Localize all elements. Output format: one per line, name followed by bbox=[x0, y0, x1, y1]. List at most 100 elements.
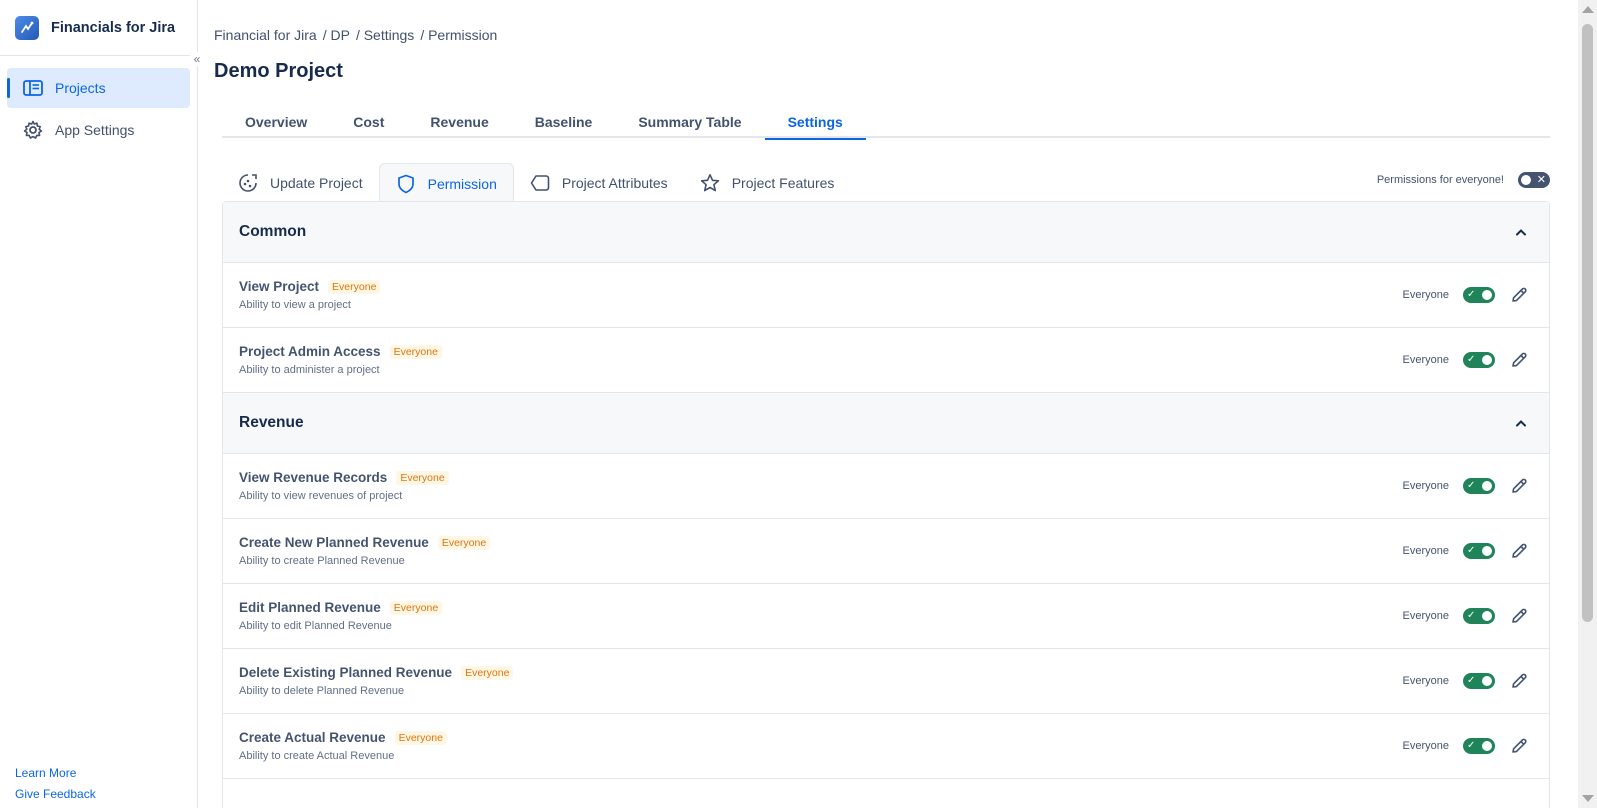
permission-toggle[interactable]: ✓ bbox=[1463, 287, 1495, 303]
pencil-icon[interactable] bbox=[1507, 734, 1531, 758]
permission-row: View Project Everyone Ability to view a p… bbox=[223, 263, 1549, 328]
permission-toggle[interactable]: ✓ bbox=[1463, 738, 1495, 754]
toggle-knob bbox=[1482, 355, 1492, 365]
breadcrumb-item[interactable]: / DP bbox=[323, 27, 350, 43]
permission-badge: Everyone bbox=[389, 600, 443, 615]
permission-controls: Everyone ✓ bbox=[1403, 348, 1533, 372]
pencil-icon[interactable] bbox=[1507, 283, 1531, 307]
breadcrumb-item[interactable]: Financial for Jira bbox=[214, 27, 317, 43]
permission-scope: Everyone bbox=[1402, 675, 1449, 687]
permission-badge: Everyone bbox=[328, 279, 381, 294]
permission-description: Ability to administer a project bbox=[239, 364, 380, 376]
sidebar-item-label: Projects bbox=[55, 80, 106, 96]
chevron-up-icon[interactable] bbox=[1513, 415, 1529, 431]
permission-info: Project Admin Access Everyone Ability to … bbox=[239, 344, 442, 376]
pencil-icon[interactable] bbox=[1507, 348, 1531, 372]
toggle-knob bbox=[1482, 546, 1492, 556]
chevron-up-icon[interactable] bbox=[1513, 224, 1529, 240]
section-title: Common bbox=[239, 223, 307, 240]
subtab-label: Project Attributes bbox=[561, 175, 668, 191]
permission-badge: Everyone bbox=[389, 344, 442, 359]
sidebar-item-label: App Settings bbox=[55, 122, 135, 138]
section-header-common[interactable]: Common bbox=[223, 202, 1549, 263]
permission-controls: Everyone ✓ bbox=[1403, 539, 1533, 563]
sidebar: Financials for Jira Projects App Setting… bbox=[0, 0, 198, 808]
pencil-icon[interactable] bbox=[1507, 604, 1531, 628]
settings-subtabs: Update Project Permission Project Attrib… bbox=[222, 163, 850, 203]
check-icon: ✓ bbox=[1467, 354, 1476, 365]
toggle-knob bbox=[1482, 481, 1492, 491]
toggle-knob bbox=[1482, 290, 1492, 300]
permission-name: Edit Planned Revenue bbox=[239, 600, 381, 615]
permission-row: Edit Planned Revenue Everyone Ability to … bbox=[223, 584, 1549, 649]
toggle-knob bbox=[1482, 611, 1492, 621]
scrollbar-thumb[interactable] bbox=[1582, 24, 1593, 622]
toggle-knob bbox=[1482, 741, 1492, 751]
sidebar-links: Learn More Give Feedback bbox=[15, 766, 96, 808]
scroll-up-icon[interactable] bbox=[1582, 6, 1594, 13]
permission-controls: Everyone ✓ bbox=[1403, 283, 1533, 307]
star-icon bbox=[700, 173, 720, 193]
permission-toggle[interactable]: ✓ bbox=[1463, 543, 1495, 559]
tab-overview[interactable]: Overview bbox=[222, 110, 330, 138]
learn-more-link[interactable]: Learn More bbox=[15, 766, 96, 780]
permission-info: View Revenue Records Everyone Ability to … bbox=[239, 470, 449, 502]
tab-baseline[interactable]: Baseline bbox=[512, 110, 616, 138]
tab-summary-table[interactable]: Summary Table bbox=[615, 110, 764, 138]
check-icon: ✓ bbox=[1467, 675, 1476, 686]
sidebar-nav: Projects App Settings bbox=[0, 56, 197, 150]
check-icon: ✓ bbox=[1467, 480, 1476, 491]
close-icon: ✕ bbox=[1536, 174, 1546, 186]
permission-description: Ability to edit Planned Revenue bbox=[239, 620, 392, 632]
permissions-panel: Common View Project Everyone Ability to v… bbox=[222, 201, 1550, 808]
permission-name: Delete Existing Planned Revenue bbox=[239, 665, 453, 680]
global-permission-toggle[interactable]: ✕ bbox=[1518, 172, 1550, 188]
permission-scope: Everyone bbox=[1402, 289, 1449, 301]
pencil-icon[interactable] bbox=[1507, 539, 1531, 563]
permission-row: Create Actual Revenue Everyone Ability to… bbox=[223, 714, 1549, 779]
check-icon: ✓ bbox=[1467, 610, 1476, 621]
permission-badge: Everyone bbox=[437, 535, 491, 550]
breadcrumb-item[interactable]: / Permission bbox=[420, 27, 497, 43]
pencil-icon[interactable] bbox=[1507, 474, 1531, 498]
subtab-project-features[interactable]: Project Features bbox=[684, 163, 851, 203]
permission-description: Ability to view revenues of project bbox=[239, 490, 403, 502]
scroll-down-icon[interactable] bbox=[1582, 795, 1594, 802]
tab-cost[interactable]: Cost bbox=[330, 110, 407, 138]
subtab-project-attributes[interactable]: Project Attributes bbox=[514, 163, 684, 203]
permission-controls: Everyone ✓ bbox=[1403, 669, 1533, 693]
tab-revenue[interactable]: Revenue bbox=[407, 110, 511, 138]
breadcrumb-item[interactable]: / Settings bbox=[356, 27, 414, 43]
permission-scope: Everyone bbox=[1402, 545, 1449, 557]
permission-row: Delete Existing Planned Revenue Everyone … bbox=[223, 649, 1549, 714]
section-header-revenue[interactable]: Revenue bbox=[223, 393, 1549, 454]
permission-badge: Everyone bbox=[461, 665, 514, 680]
check-icon: ✓ bbox=[1467, 545, 1476, 556]
permission-toggle[interactable]: ✓ bbox=[1463, 478, 1495, 494]
permission-toggle[interactable]: ✓ bbox=[1463, 352, 1495, 368]
permission-name: View Project bbox=[239, 279, 320, 294]
permission-toggle[interactable]: ✓ bbox=[1463, 673, 1495, 689]
global-permission: Permissions for everyone! ✕ bbox=[1377, 172, 1550, 188]
subtab-label: Permission bbox=[427, 175, 497, 192]
permission-row: Project Admin Access Everyone Ability to … bbox=[223, 328, 1549, 393]
sidebar-item-projects[interactable]: Projects bbox=[7, 68, 190, 108]
permission-name: View Revenue Records bbox=[239, 470, 388, 485]
page-scrollbar[interactable] bbox=[1578, 0, 1597, 808]
pencil-icon[interactable] bbox=[1507, 669, 1531, 693]
permission-controls: Everyone ✓ bbox=[1403, 604, 1533, 628]
breadcrumb: Financial for Jira / DP / Settings / Per… bbox=[214, 27, 503, 43]
sidebar-item-app-settings[interactable]: App Settings bbox=[7, 110, 190, 150]
section-title: Revenue bbox=[239, 414, 304, 431]
permission-name: Create New Planned Revenue bbox=[239, 535, 429, 550]
permission-toggle[interactable]: ✓ bbox=[1463, 608, 1495, 624]
project-tabs: Overview Cost Revenue Baseline Summary T… bbox=[222, 110, 1550, 140]
give-feedback-link[interactable]: Give Feedback bbox=[15, 787, 96, 801]
permission-name: Project Admin Access bbox=[239, 344, 381, 359]
permission-info: Create New Planned Revenue Everyone Abili… bbox=[239, 535, 491, 567]
subtab-label: Update Project bbox=[270, 175, 363, 191]
permission-scope: Everyone bbox=[1402, 354, 1449, 366]
subtab-update-project[interactable]: Update Project bbox=[222, 163, 379, 203]
subtab-permission[interactable]: Permission bbox=[378, 163, 514, 203]
tab-settings[interactable]: Settings bbox=[764, 110, 867, 140]
